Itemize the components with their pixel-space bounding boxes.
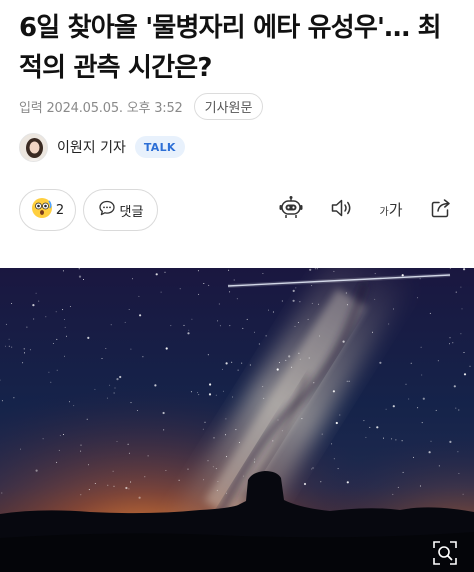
- reporter-info: 이원지 기자 TALK: [19, 131, 185, 163]
- reaction-button[interactable]: 2: [19, 189, 76, 231]
- summary-bot-button[interactable]: [277, 196, 305, 224]
- share-button[interactable]: [427, 196, 455, 224]
- surprised-emoji-icon: [31, 197, 53, 223]
- speaker-icon: [329, 196, 353, 224]
- image-zoom-icon: [432, 540, 458, 566]
- comment-button[interactable]: 댓글: [83, 189, 158, 231]
- reaction-count: 2: [55, 202, 65, 218]
- article-meta: 입력 2024.05.05. 오후 3:52 기사원문: [19, 92, 264, 120]
- comment-label: 댓글: [119, 204, 144, 220]
- robot-icon: [278, 195, 304, 225]
- article-title: 6일 찾아올 '물병자리 에타 유성우'… 최적의 관측 시간은?: [19, 13, 442, 83]
- article-photo[interactable]: [0, 268, 474, 572]
- font-size-button[interactable]: 가가: [375, 196, 407, 224]
- speech-bubble-icon: [98, 199, 116, 221]
- reporter-avatar[interactable]: [19, 132, 48, 162]
- listen-button[interactable]: [327, 196, 355, 224]
- original-article-button[interactable]: 기사원문: [193, 92, 264, 120]
- talk-badge[interactable]: TALK: [134, 136, 185, 158]
- reporter-name[interactable]: 이원지 기자: [57, 137, 126, 157]
- article-actions: 2 댓글 가 가: [19, 189, 455, 231]
- font-size-icon: 가가: [379, 200, 403, 219]
- image-zoom-button[interactable]: [432, 540, 458, 566]
- share-icon: [429, 196, 453, 224]
- published-date: 입력 2024.05.05. 오후 3:52: [19, 100, 183, 116]
